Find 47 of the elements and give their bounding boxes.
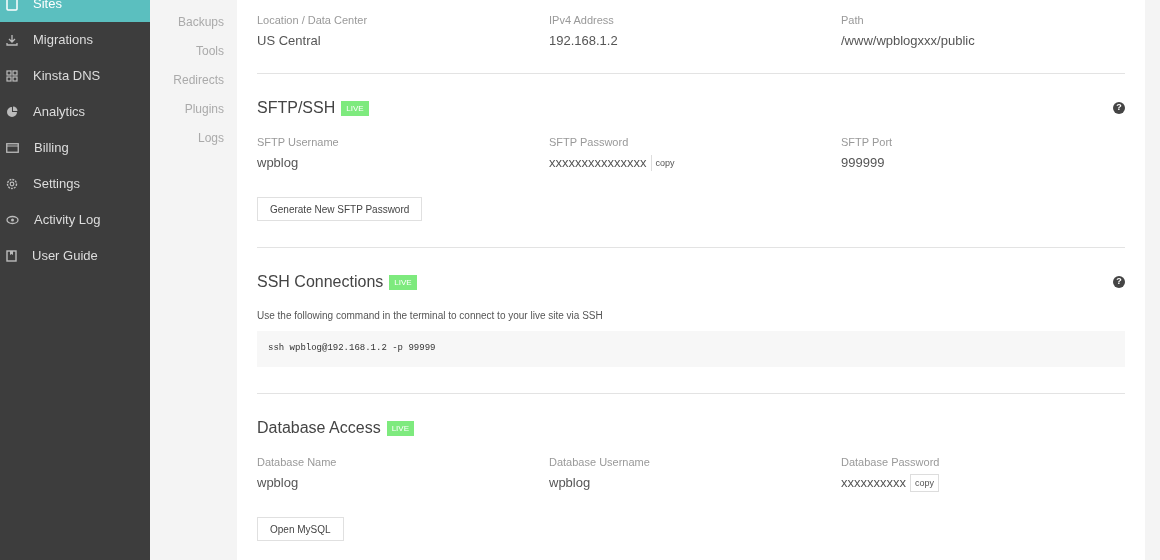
field-label: Database Username — [549, 455, 650, 470]
field-label: IPv4 Address — [549, 13, 614, 28]
field-label: Database Name — [257, 455, 337, 470]
sidebar-item[interactable]: Settings — [0, 166, 150, 202]
help-icon[interactable]: ? — [1113, 102, 1125, 114]
field-value: xxxxxxxxxxxxxxx — [549, 154, 647, 173]
eye-icon — [6, 215, 19, 225]
copy-button[interactable]: copy — [910, 474, 939, 492]
download-icon — [6, 34, 18, 46]
live-badge: LIVE — [389, 274, 417, 290]
sidebar-item[interactable]: Kinsta DNS — [0, 58, 150, 94]
field-value: 192.168.1.2 — [549, 32, 618, 51]
section-title: SSH Connections — [257, 272, 384, 292]
field-value: 999999 — [841, 154, 885, 173]
sidebar-item[interactable]: Activity Log — [0, 202, 150, 238]
field-value: /www/wpblogxxx/public — [841, 32, 975, 51]
tablet-icon — [6, 0, 18, 11]
credit-card-icon — [6, 143, 19, 153]
field-value: wpblog — [257, 474, 299, 493]
action-button[interactable]: Generate New SFTP Password — [257, 197, 423, 221]
book-icon — [6, 250, 17, 262]
live-badge: LIVE — [386, 420, 414, 436]
field-label: Location / Data Center — [257, 13, 368, 28]
live-badge: LIVE — [341, 100, 369, 116]
sidebar-item[interactable]: Migrations — [0, 22, 150, 58]
section-title: Database Access — [257, 418, 381, 438]
field-label: SFTP Port — [841, 135, 893, 150]
field-value: wpblog — [257, 154, 299, 173]
grid-icon — [6, 70, 18, 82]
field-value: xxxxxxxxxx — [841, 474, 906, 493]
copy-button[interactable]: copy — [650, 155, 679, 171]
action-button[interactable]: Open MySQL — [257, 517, 344, 541]
pie-chart-icon — [6, 106, 18, 118]
section-title: SFTP/SSH — [257, 98, 336, 118]
sidebar-item[interactable]: Billing — [0, 130, 150, 166]
field-label: Path — [841, 13, 864, 28]
field-value: wpblog — [549, 474, 591, 493]
code-block: ssh wpblog@192.168.1.2 -p 99999 — [257, 331, 1125, 367]
description-text: Use the following command in the terminal to connect to your live site via SSH — [257, 309, 603, 323]
field-value: US Central — [257, 32, 321, 51]
field-label: SFTP Username — [257, 135, 339, 150]
sidebar-item[interactable]: User Guide — [0, 238, 150, 274]
field-label: Database Password — [841, 455, 940, 470]
settings-icon — [6, 178, 18, 190]
help-icon[interactable]: ? — [1113, 276, 1125, 288]
field-label: SFTP Password — [549, 135, 629, 150]
sidebar-item[interactable]: Analytics — [0, 94, 150, 130]
